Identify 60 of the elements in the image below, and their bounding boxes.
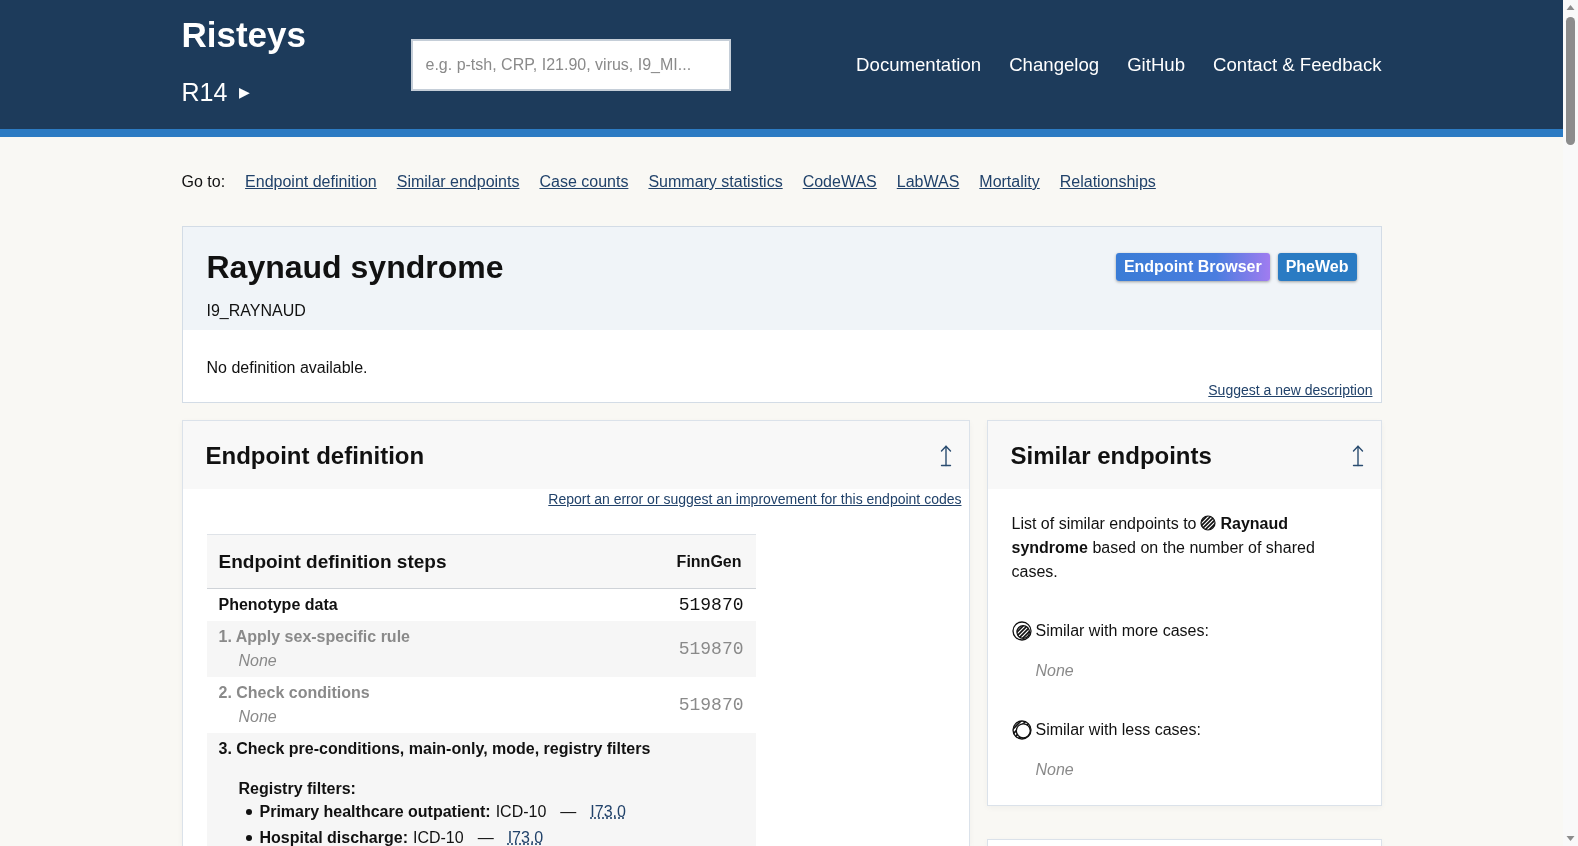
code-system-text: ICD-10 <box>413 828 464 846</box>
panel-title: Similar endpoints <box>1010 441 1212 471</box>
registry-label: Primary healthcare outpatient: <box>259 802 491 822</box>
code-link[interactable]: I73.0 <box>590 802 626 822</box>
section-link[interactable]: Endpoint definition <box>245 170 377 194</box>
intro-text: List of similar endpoints to Raynaud syndrome based on the number of shared cases. <box>1011 514 1316 582</box>
section-link[interactable]: CodeWAS <box>802 170 877 194</box>
scrollbar[interactable] <box>1563 0 1578 846</box>
section-link[interactable]: Relationships <box>1059 170 1156 194</box>
section-link[interactable]: Summary statistics <box>648 170 783 194</box>
count-value: 519870 <box>678 639 744 659</box>
count-value: 519870 <box>678 695 744 715</box>
empty-text: None <box>1035 661 1075 681</box>
column-header: Endpoint definition steps <box>206 534 610 589</box>
search-field[interactable]: e.g. p-tsh, CRP, I21.90, virus, I9_MI... <box>410 38 731 91</box>
hatched-ring-icon <box>1011 621 1032 641</box>
section-link[interactable]: Similar endpoints <box>396 170 520 194</box>
step-label: 2. Check conditions <box>218 683 370 703</box>
nav-link[interactable]: Contact & Feedback <box>1213 52 1382 77</box>
nav-link[interactable]: GitHub <box>1127 52 1185 77</box>
count-value: 519870 <box>678 595 744 615</box>
bullet-icon <box>245 809 252 815</box>
column-header: FinnGen <box>609 534 756 589</box>
external-link-button[interactable]: PheWeb <box>1277 253 1357 281</box>
section-link[interactable]: Mortality <box>979 170 1040 194</box>
section-link[interactable]: Case counts <box>539 170 629 194</box>
section-link[interactable]: LabWAS <box>896 170 960 194</box>
step-label: 1. Apply sex-specific rule <box>218 627 410 647</box>
up-arrow-icon <box>1351 445 1364 467</box>
step-detail: None <box>238 651 277 671</box>
empty-text: None <box>1035 760 1075 780</box>
filters-heading: Registry filters: <box>238 779 356 799</box>
nav-link[interactable]: Changelog <box>1009 52 1100 77</box>
step-detail: None <box>238 707 277 727</box>
bullet-icon <box>245 835 252 841</box>
suggest-description-link[interactable]: Suggest a new description <box>1208 380 1373 400</box>
group-label: Similar with more cases: <box>1035 621 1209 641</box>
code-system-text: ICD-10 <box>495 802 547 822</box>
nav-link[interactable]: Documentation <box>856 52 982 77</box>
registry-label: Hospital discharge: <box>259 828 408 846</box>
endpoint-code: I9_RAYNAUD <box>206 301 306 321</box>
code-link[interactable]: I73.0 <box>507 828 544 846</box>
separator-text: — <box>477 828 494 846</box>
separator-text: — <box>560 802 577 822</box>
endpoint-title: Raynaud syndrome <box>206 248 504 287</box>
step-label: 3. Check pre-conditions, main-only, mode, registry filters <box>218 739 651 759</box>
site-name-link[interactable]: Risteys <box>181 15 307 55</box>
goto-label: Go to: <box>181 172 226 192</box>
overlapping-circles-icon <box>1011 720 1032 740</box>
report-error-link[interactable]: Report an error or suggest an improvement for this endpoint codes <box>548 489 962 509</box>
hatched-circle-icon <box>1200 515 1217 531</box>
release-selector[interactable]: R14 ▶ <box>181 77 251 107</box>
panel-title: Endpoint definition <box>205 441 425 471</box>
endpoint-description: No definition available. <box>206 358 369 378</box>
group-label: Similar with less cases: <box>1035 720 1201 740</box>
back-to-top-link[interactable] <box>1351 445 1364 467</box>
back-to-top-link[interactable] <box>939 445 952 467</box>
up-arrow-icon <box>939 445 952 467</box>
external-link-button[interactable]: Endpoint Browser <box>1115 253 1270 281</box>
step-label: Phenotype data <box>218 595 338 615</box>
